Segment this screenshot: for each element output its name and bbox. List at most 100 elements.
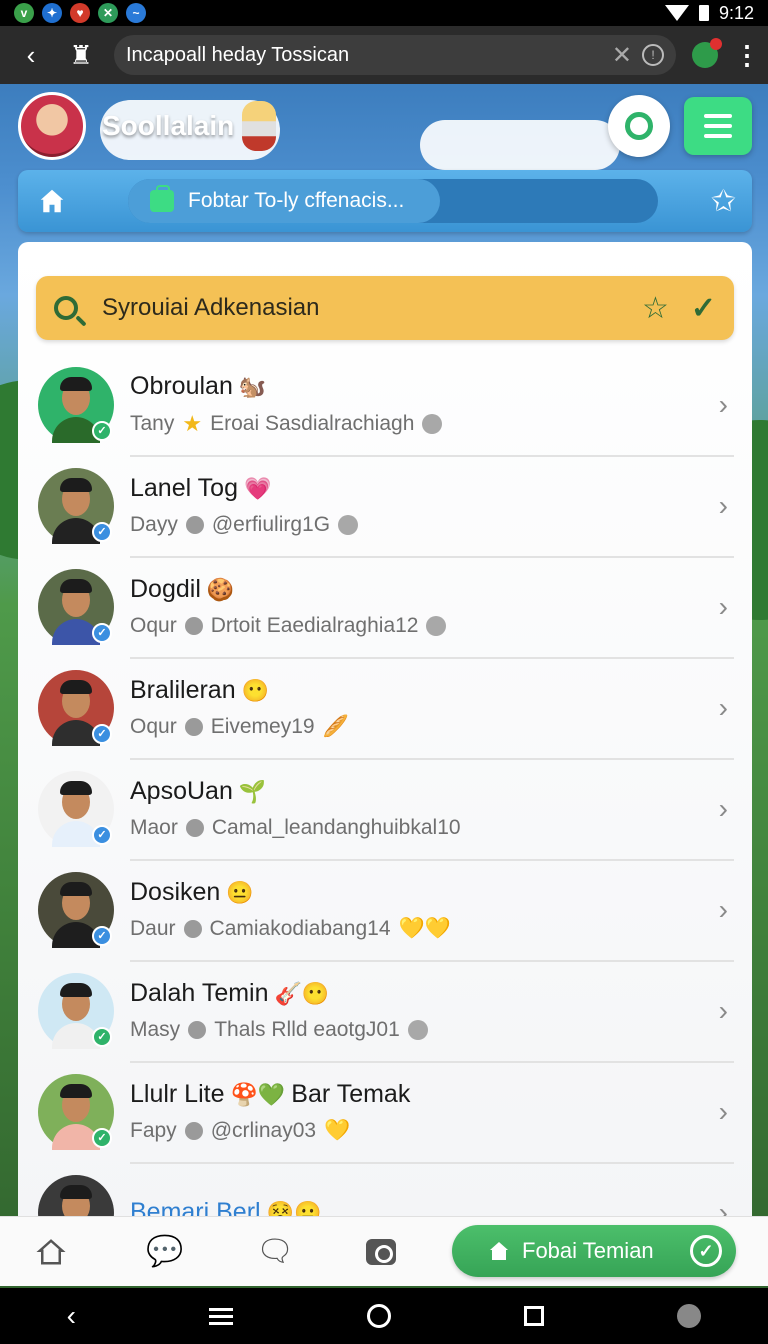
avatar-hair	[60, 1184, 92, 1199]
url-field[interactable]: Incapoall heday Tossican ✕ !	[114, 35, 676, 75]
contact-text: Lanel Tog 💗 Dayy @erfiulirg1G	[130, 474, 719, 537]
status-app-icon: ~	[126, 3, 146, 23]
contact-status: Tany	[130, 412, 175, 435]
nav-search-pill[interactable]: Fobtar To-ly cffenacis...	[128, 179, 658, 223]
contact-emoji: 🌱	[238, 778, 267, 804]
contact-subline: Oqur Eivemey19 🥖	[130, 715, 719, 739]
contact-avatar[interactable]: ✓	[38, 467, 114, 544]
verified-badge-icon: ✓	[92, 521, 112, 542]
avatar-hair	[60, 578, 92, 593]
status-time: 9:12	[718, 2, 754, 23]
browser-toolbar: ‹ ♜ Incapoall heday Tossican ✕ ! ⋮	[0, 26, 768, 84]
contact-subline: Tany ★ Eroai Sasdialrachiagh	[130, 411, 719, 437]
contact-row[interactable]: ✓ Lanel Tog 💗 Dayy @erfiulirg1G ›	[18, 455, 752, 556]
contact-avatar[interactable]: ✓	[38, 1073, 114, 1150]
verified-badge-icon: ✓	[92, 723, 112, 744]
contact-avatar[interactable]: ✓	[38, 871, 114, 948]
contact-name: Dogdil	[130, 575, 201, 603]
status-app-icons: v ✦ ♥ ✕ ~	[14, 3, 146, 23]
wifi-icon	[664, 5, 689, 21]
nav-pill-label: Fobtar To-ly cffenacis...	[188, 189, 405, 212]
contact-row[interactable]: ✓ Obroulan 🐿️ Tany ★ Eroai Sasdialrachiagh ›	[18, 354, 752, 455]
chevron-right-icon[interactable]: ›	[719, 995, 728, 1027]
chat-button[interactable]	[608, 95, 670, 157]
contact-row[interactable]: ✓ ApsoUan 🌱 Maor Camal_leandanghuibkal10 ›	[18, 758, 752, 859]
nav-pill-tab[interactable]: Fobtar To-ly cffenacis...	[128, 179, 440, 223]
tab-chats[interactable]: 🗨	[256, 1236, 366, 1267]
back-arrow-icon[interactable]: ‹	[14, 42, 48, 68]
contact-handle: @crlinay03	[210, 1119, 317, 1142]
contact-subline: Daur Camiakodiabang14 💛💛	[130, 917, 719, 941]
menu-list-button[interactable]	[684, 97, 752, 155]
contact-emoji: 🐿️	[238, 373, 267, 399]
contact-name: Llulr Lite	[130, 1080, 225, 1108]
contact-status: Maor	[130, 816, 178, 839]
contact-name-line: Dogdil 🍪	[130, 575, 719, 604]
extension-icon[interactable]	[692, 38, 722, 68]
system-assistant-icon[interactable]	[677, 1304, 702, 1328]
avatar-hair	[60, 376, 92, 391]
contact-list: ✓ Obroulan 🐿️ Tany ★ Eroai Sasdialrachiagh › ✓ L…	[18, 354, 752, 1222]
bottom-tab-bar: 💬 🗨 Fobai Temian ✓	[0, 1216, 768, 1286]
favorite-star-icon[interactable]: ☆	[642, 291, 669, 326]
avatar-hair	[60, 780, 92, 795]
avatar-hair	[60, 982, 92, 997]
contact-name: ApsoUan	[130, 777, 233, 805]
contact-text: ApsoUan 🌱 Maor Camal_leandanghuibkal10	[130, 777, 719, 840]
search-bar[interactable]: Syrouiai Adkenasian ☆ ✓	[36, 276, 734, 340]
system-back-icon[interactable]: ‹	[67, 1300, 76, 1332]
contact-handle: Thals Rlld eaotgJ01	[214, 1018, 400, 1041]
check-circle-icon: ✓	[690, 1235, 722, 1267]
puzzle-icon[interactable]: ♜	[64, 42, 98, 68]
verified-badge-icon: ✓	[92, 622, 112, 643]
sparkle-icon[interactable]: ✩	[711, 184, 736, 219]
info-icon[interactable]: !	[642, 44, 664, 66]
chevron-right-icon[interactable]: ›	[719, 389, 728, 421]
home-outline-icon	[36, 1238, 66, 1264]
contact-avatar[interactable]: ✓	[38, 669, 114, 746]
star-icon: ★	[182, 411, 203, 436]
more-options-icon[interactable]: ⋮	[734, 40, 760, 71]
contact-row[interactable]: ✓ Bralileran 😶 Oqur Eivemey19 🥖 ›	[18, 657, 752, 758]
contact-name: Bralileran	[130, 676, 236, 704]
chevron-right-icon[interactable]: ›	[719, 793, 728, 825]
contact-avatar[interactable]: ✓	[38, 770, 114, 847]
contact-avatar[interactable]: ✓	[38, 568, 114, 645]
check-icon[interactable]: ✓	[691, 291, 716, 326]
contact-avatar[interactable]: ✓	[38, 972, 114, 1049]
contact-name: Dosiken	[130, 878, 221, 906]
system-home-icon[interactable]	[366, 1304, 391, 1328]
chevron-right-icon[interactable]: ›	[719, 1096, 728, 1128]
system-menu-icon[interactable]	[209, 1307, 234, 1325]
contact-row[interactable]: ✓ Dogdil 🍪 Oqur Drtoit Eaedialraghia12 ›	[18, 556, 752, 657]
chevron-right-icon[interactable]: ›	[719, 692, 728, 724]
user-avatar[interactable]	[18, 92, 86, 160]
contact-avatar[interactable]: ✓	[38, 1174, 114, 1222]
contact-row[interactable]: ✓ Llulr Lite 🍄💚 Bar Temak Fapy @crlinay03 💛 ›	[18, 1061, 752, 1162]
find-friends-button[interactable]: Fobai Temian ✓	[452, 1225, 736, 1277]
contact-emoji: 🍪	[206, 576, 235, 602]
info-dot-icon	[426, 616, 447, 636]
chevron-right-icon[interactable]: ›	[719, 894, 728, 926]
tab-messages[interactable]: 💬	[146, 1236, 256, 1267]
chevron-right-icon[interactable]: ›	[719, 591, 728, 623]
camera-icon	[366, 1238, 396, 1265]
contact-row[interactable]: ✓ Dosiken 😐 Daur Camiakodiabang14 💛💛 ›	[18, 859, 752, 960]
contact-avatar[interactable]: ✓	[38, 366, 114, 443]
tab-home[interactable]	[36, 1237, 146, 1267]
find-friends-label: Fobai Temian	[522, 1238, 654, 1263]
chevron-right-icon[interactable]: ›	[719, 490, 728, 522]
app-title: Soollalain	[102, 110, 235, 141]
contact-status: Fapy	[130, 1119, 177, 1142]
home-icon[interactable]	[34, 186, 70, 216]
contact-row[interactable]: ✓ Dalah Temin 🎸😶 Masy Thals Rlld eaotgJ01 ›	[18, 960, 752, 1061]
chat-bubble-icon	[625, 112, 653, 140]
system-recents-icon[interactable]	[523, 1306, 544, 1326]
tail-emoji: 🥖	[322, 715, 349, 738]
mascot-icon	[242, 101, 277, 151]
contact-text: Obroulan 🐿️ Tany ★ Eroai Sasdialrachiagh	[130, 372, 719, 437]
contact-row[interactable]: ✓Bemari Berl😵😐›	[18, 1162, 752, 1222]
info-dot-icon	[338, 515, 359, 535]
clear-url-icon[interactable]: ✕	[612, 41, 632, 70]
contact-handle: Eroai Sasdialrachiagh	[210, 412, 415, 435]
